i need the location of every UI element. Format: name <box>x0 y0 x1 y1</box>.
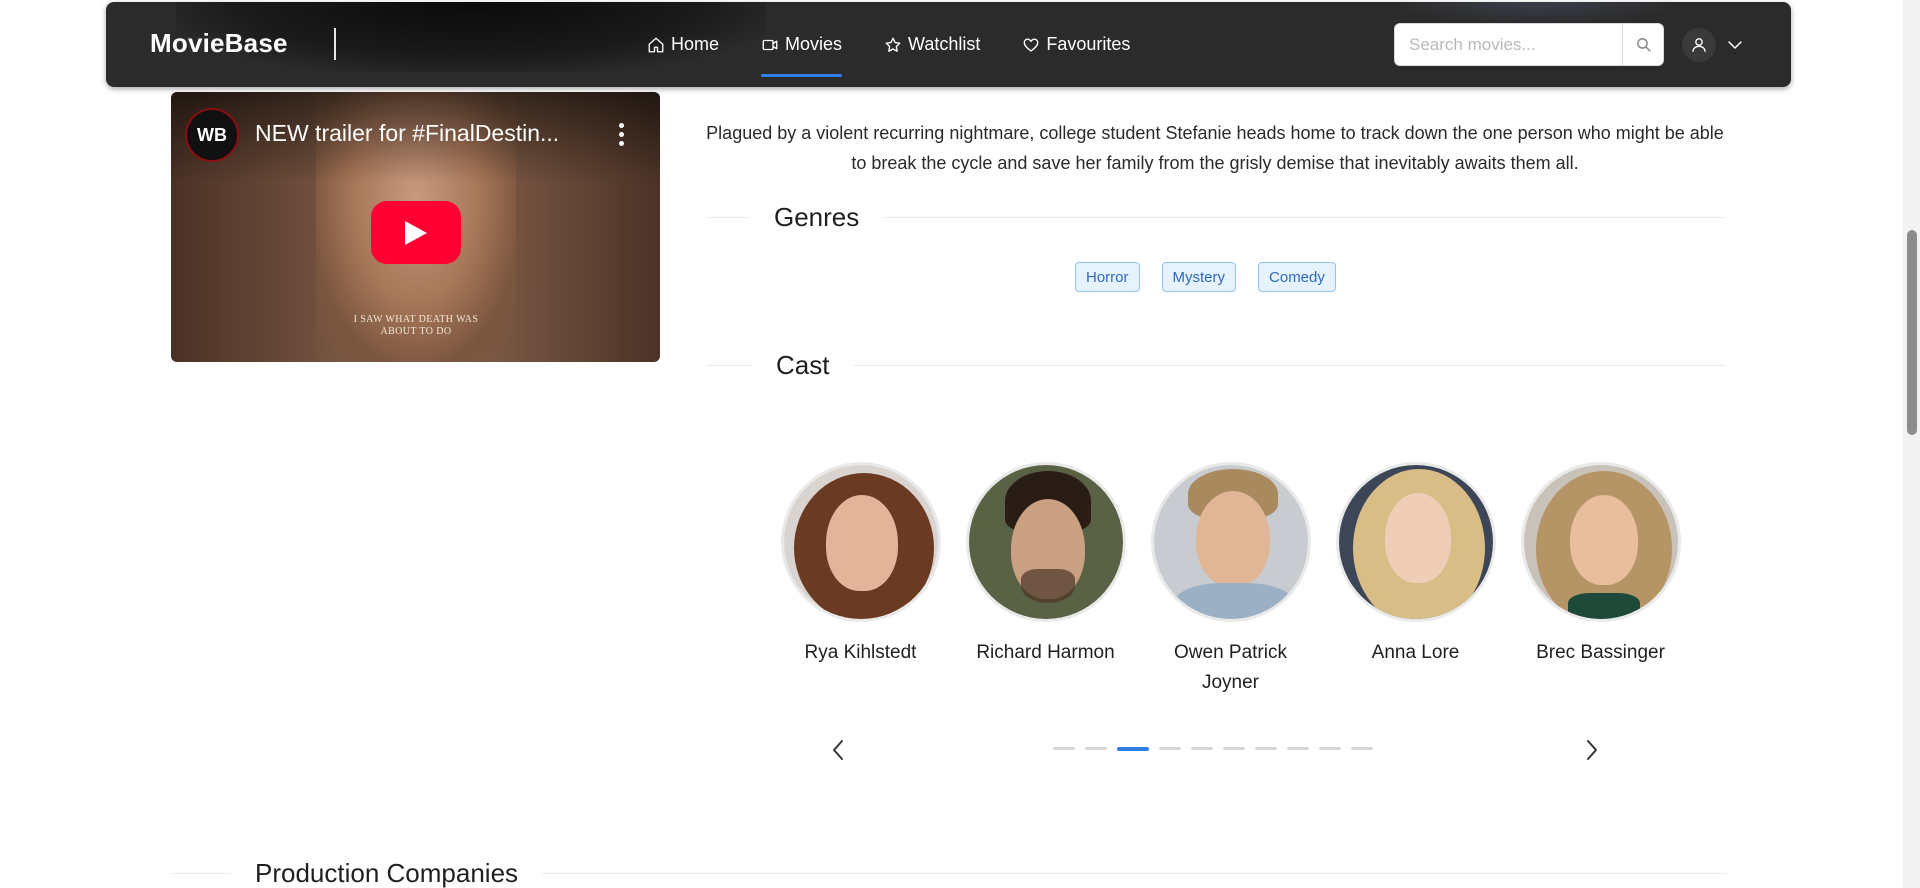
nav-link-label: Favourites <box>1046 34 1131 54</box>
carousel-dot[interactable] <box>1117 747 1149 751</box>
play-icon <box>405 220 427 245</box>
chevron-down-icon[interactable] <box>1726 36 1744 54</box>
nav-link-label: Watchlist <box>908 34 981 54</box>
play-button[interactable] <box>371 201 461 264</box>
genre-tag[interactable]: Comedy <box>1258 262 1336 292</box>
divider-line <box>706 217 750 218</box>
scrollbar-thumb[interactable] <box>1907 230 1917 435</box>
video-title[interactable]: NEW trailer for #FinalDestin... <box>255 120 595 147</box>
cast-photo[interactable] <box>1150 462 1311 622</box>
chevron-right-icon <box>1587 740 1597 760</box>
section-title: Genres <box>774 202 860 232</box>
heart-icon <box>1023 38 1039 52</box>
divider-line <box>853 365 1726 366</box>
nav-links: Home Movies Watchlist Favourites <box>626 2 1151 87</box>
genre-tag[interactable]: Horror <box>1075 262 1140 292</box>
section-title: Cast <box>776 350 830 380</box>
divider-line <box>542 873 1727 874</box>
carousel-dot[interactable] <box>1085 747 1107 750</box>
cast-photo[interactable] <box>780 462 941 622</box>
cast-photo[interactable] <box>1335 462 1496 622</box>
video-caption: I SAW WHAT DEATH WAS ABOUT TO DO <box>353 314 479 337</box>
cast-card[interactable]: Rya Kihlstedt <box>768 462 953 698</box>
more-options-icon[interactable] <box>609 116 633 152</box>
search-button[interactable] <box>1622 23 1664 66</box>
home-icon <box>648 37 664 52</box>
trailer-video[interactable]: WB NEW trailer for #FinalDestin... I SAW… <box>171 92 660 362</box>
carousel-dot[interactable] <box>1255 747 1277 750</box>
cast-card[interactable]: Brec Bassinger <box>1508 462 1693 698</box>
carousel-next-button[interactable] <box>1578 733 1606 767</box>
genres-section-header: Genres <box>706 202 1726 233</box>
carousel-dot[interactable] <box>1159 747 1181 750</box>
cast-name: Rya Kihlstedt <box>804 642 917 663</box>
cast-card[interactable]: Richard Harmon <box>953 462 1138 698</box>
cast-name: Brec Bassinger <box>1536 642 1665 663</box>
brand-divider <box>334 28 336 60</box>
carousel-dot[interactable] <box>1053 747 1075 750</box>
search-input[interactable] <box>1394 23 1622 66</box>
carousel-dots <box>1053 747 1373 751</box>
cast-photo[interactable] <box>1520 462 1681 622</box>
user-icon <box>1692 38 1706 52</box>
production-section-header: Production Companies <box>171 858 1727 888</box>
cast-name: Anna Lore <box>1371 642 1460 663</box>
divider-line <box>883 217 1726 218</box>
nav-link-movies[interactable]: Movies <box>740 2 863 87</box>
carousel-dot[interactable] <box>1319 747 1341 750</box>
avatar[interactable] <box>1682 28 1716 62</box>
cast-section-header: Cast <box>706 350 1726 381</box>
cast-carousel: Rya Kihlstedt Richard Harmon Owen Patric… <box>768 462 1693 698</box>
cast-card[interactable]: Anna Lore <box>1323 462 1508 698</box>
genre-tag[interactable]: Mystery <box>1161 262 1237 292</box>
carousel-dot[interactable] <box>1223 747 1245 750</box>
divider-line <box>706 365 752 366</box>
chevron-left-icon <box>833 740 843 760</box>
cast-name: Richard Harmon <box>976 642 1115 663</box>
nav-link-home[interactable]: Home <box>626 2 740 87</box>
carousel-dot[interactable] <box>1287 747 1309 750</box>
star-icon <box>885 37 901 52</box>
user-menu[interactable] <box>1682 28 1744 62</box>
channel-logo[interactable]: WB <box>185 108 239 162</box>
brand-logo[interactable]: MovieBase <box>150 28 288 59</box>
carousel-dot[interactable] <box>1351 747 1373 750</box>
cast-photo[interactable] <box>965 462 1126 622</box>
page-scrollbar[interactable] <box>1903 0 1920 888</box>
nav-link-label: Movies <box>785 34 843 54</box>
cast-name: Owen Patrick Joyner <box>1174 642 1287 693</box>
divider-line <box>171 873 231 874</box>
nav-link-watchlist[interactable]: Watchlist <box>863 2 1001 87</box>
navbar-backdrop-right <box>1406 2 1666 22</box>
section-title: Production Companies <box>255 858 519 888</box>
carousel-dot[interactable] <box>1191 747 1213 750</box>
nav-link-favourites[interactable]: Favourites <box>1001 2 1151 87</box>
cast-card[interactable]: Owen Patrick Joyner <box>1138 462 1323 698</box>
video-icon <box>762 39 778 50</box>
search-icon <box>1636 38 1651 52</box>
carousel-prev-button[interactable] <box>824 733 852 767</box>
genre-list: Horror Mystery Comedy <box>1075 262 1336 292</box>
top-navbar: MovieBase Home Movies Watchlist Favourit… <box>106 2 1791 87</box>
search-box <box>1394 23 1664 66</box>
nav-link-label: Home <box>671 34 720 54</box>
movie-overview: Plagued by a violent recurring nightmare… <box>706 123 1724 173</box>
